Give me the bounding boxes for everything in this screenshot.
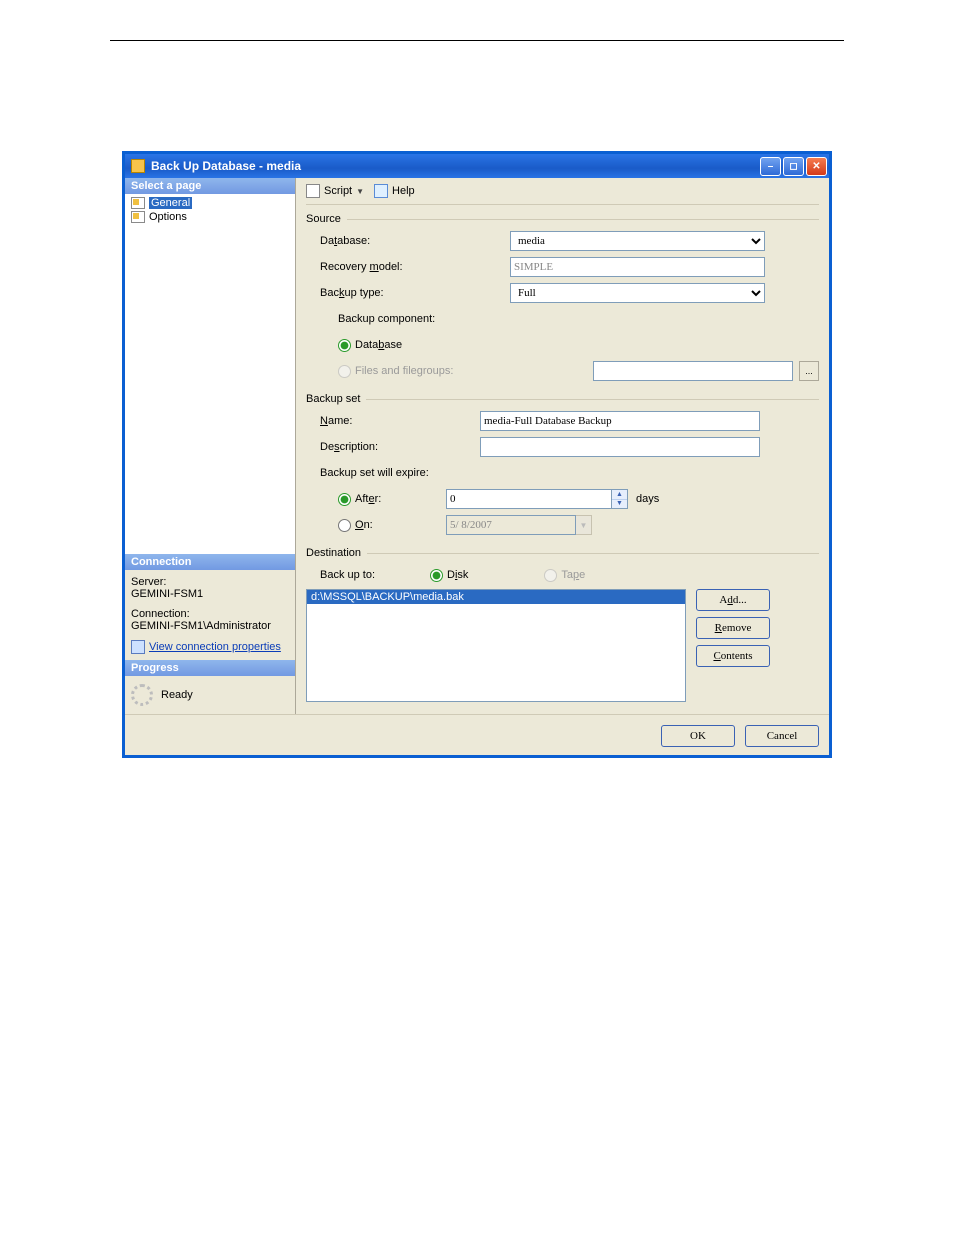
expire-after-unit: days	[636, 493, 659, 505]
sidebar-item-general[interactable]: General	[131, 196, 289, 210]
toolbar: Script ▼ Help	[306, 182, 819, 205]
backup-type-select[interactable]: Full	[510, 283, 765, 303]
page-rule	[110, 40, 844, 41]
window-title: Back Up Database - media	[151, 159, 301, 173]
backup-set-legend: Backup set	[306, 393, 360, 405]
source-fieldset: Source Database: media Recovery model: B…	[306, 213, 819, 385]
recovery-model-label: Recovery model:	[320, 261, 510, 273]
component-database-radio[interactable]: Database	[338, 339, 402, 352]
recovery-model-field	[510, 257, 765, 277]
help-button[interactable]: Help	[374, 184, 415, 198]
database-label: Database:	[320, 235, 510, 247]
description-input[interactable]	[480, 437, 760, 457]
database-icon	[131, 159, 145, 173]
properties-icon	[131, 640, 145, 654]
expire-label: Backup set will expire:	[320, 467, 480, 479]
backup-to-label: Back up to:	[320, 569, 430, 581]
sidebar-item-label: General	[149, 197, 192, 209]
script-button[interactable]: Script ▼	[306, 184, 364, 198]
connection-value: GEMINI-FSM1\Administrator	[131, 620, 289, 632]
title-bar[interactable]: Back Up Database - media – ◻ ✕	[125, 154, 829, 178]
server-value: GEMINI-FSM1	[131, 588, 289, 600]
maximize-button[interactable]: ◻	[783, 157, 804, 176]
backup-name-input[interactable]	[480, 411, 760, 431]
left-pane: Select a page General Options Connection…	[125, 178, 296, 714]
left-pane-spacer	[125, 226, 295, 554]
backup-set-fieldset: Backup set Name: Description: Backup set…	[306, 393, 819, 539]
destination-fieldset: Destination Back up to: Disk Tape	[306, 547, 819, 704]
close-button[interactable]: ✕	[806, 157, 827, 176]
dialog-backup-database: Back Up Database - media – ◻ ✕ Select a …	[122, 151, 832, 758]
dialog-footer: OK Cancel	[125, 714, 829, 755]
progress-status: Ready	[161, 689, 193, 701]
connection-panel: Server: GEMINI-FSM1 Connection: GEMINI-F…	[125, 570, 295, 660]
destination-path[interactable]: d:\MSSQL\BACKUP\media.bak	[307, 590, 685, 604]
expire-after-radio[interactable]: After:	[338, 493, 430, 506]
database-select[interactable]: media	[510, 231, 765, 251]
filegroups-field	[593, 361, 793, 381]
expire-on-radio[interactable]: On:	[338, 519, 430, 532]
ok-button[interactable]: OK	[661, 725, 735, 747]
description-label: Description:	[320, 441, 480, 453]
expire-after-value[interactable]	[446, 489, 612, 509]
sidebar-item-options[interactable]: Options	[131, 210, 289, 224]
backup-component-label: Backup component:	[320, 313, 510, 325]
connection-header: Connection	[125, 554, 295, 570]
progress-header: Progress	[125, 660, 295, 676]
right-pane: Script ▼ Help Source Database: media	[296, 178, 829, 714]
remove-button[interactable]: Remove	[696, 617, 770, 639]
view-connection-properties-link[interactable]: View connection properties	[149, 641, 281, 653]
page-icon	[131, 197, 145, 209]
backup-type-label: Backup type:	[320, 287, 510, 299]
server-label: Server:	[131, 576, 289, 588]
sidebar-item-label: Options	[149, 211, 187, 223]
expire-after-spinner[interactable]: ▲▼	[446, 489, 628, 509]
backup-to-tape-radio: Tape	[544, 569, 585, 582]
chevron-down-icon: ▼	[356, 187, 364, 196]
script-icon	[306, 184, 320, 198]
help-icon	[374, 184, 388, 198]
expire-on-date: ▼	[446, 515, 592, 535]
page-icon	[131, 211, 145, 223]
chevron-down-icon: ▼	[576, 515, 592, 535]
spinner-buttons[interactable]: ▲▼	[612, 489, 628, 509]
spinner-icon	[131, 684, 153, 706]
help-label: Help	[392, 185, 415, 197]
progress-panel: Ready	[125, 676, 295, 714]
destination-legend: Destination	[306, 547, 361, 559]
component-files-radio: Files and filegroups:	[338, 365, 453, 378]
minimize-button[interactable]: –	[760, 157, 781, 176]
name-label: Name:	[320, 415, 480, 427]
cancel-button[interactable]: Cancel	[745, 725, 819, 747]
backup-to-disk-radio[interactable]: Disk	[430, 569, 468, 582]
select-page-header: Select a page	[125, 178, 295, 194]
destination-list[interactable]: d:\MSSQL\BACKUP\media.bak	[306, 589, 686, 702]
source-legend: Source	[306, 213, 341, 225]
add-button[interactable]: Add...	[696, 589, 770, 611]
page-list: General Options	[125, 194, 295, 226]
filegroups-browse-button: ...	[799, 361, 819, 381]
script-label: Script	[324, 185, 352, 197]
connection-label: Connection:	[131, 608, 289, 620]
contents-button[interactable]: Contents	[696, 645, 770, 667]
